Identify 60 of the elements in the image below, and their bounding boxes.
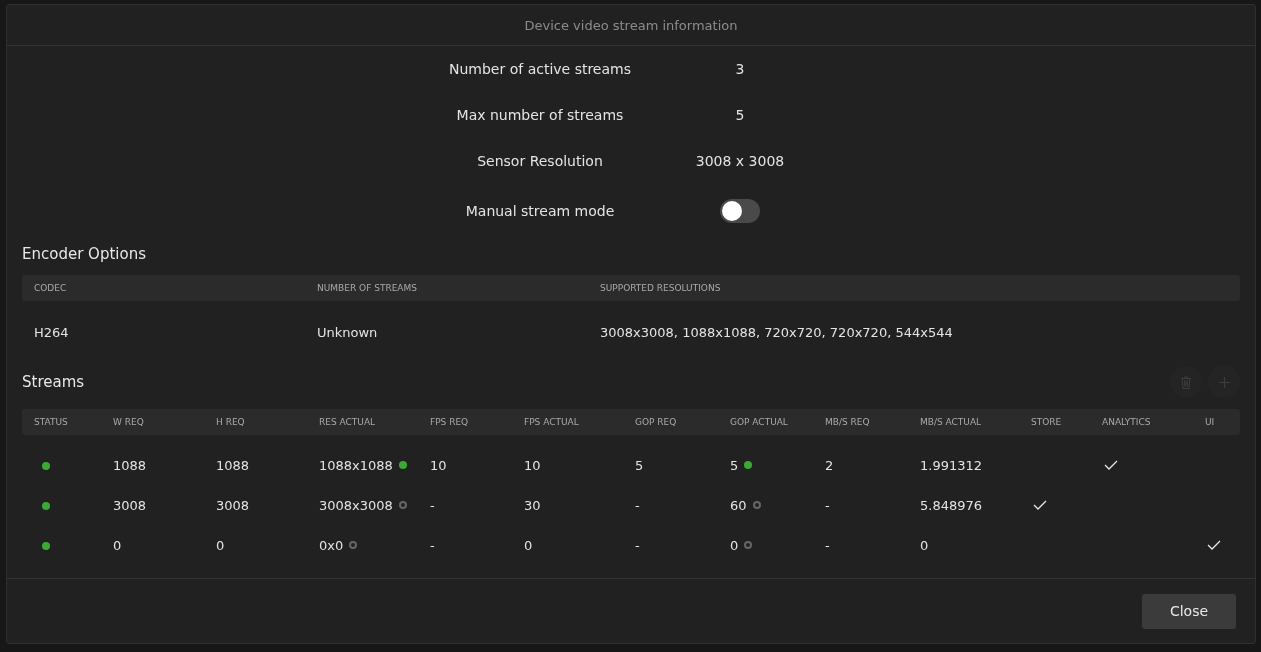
table-cell-text: 0 — [216, 537, 226, 553]
table-cell-text: 30 — [524, 497, 542, 513]
column-header: GOP ACTUAL — [730, 417, 789, 427]
info-value: 3 — [734, 61, 746, 77]
column-header: FPS ACTUAL — [524, 417, 580, 427]
table-cell-text: Unknown — [317, 324, 379, 340]
info-value: 5 — [734, 107, 746, 123]
table-cell-text: 10 — [524, 457, 542, 473]
table-cell: 1088x1088 — [319, 457, 393, 473]
column-header: STORE — [1031, 417, 1063, 427]
table-cell-text: - — [825, 497, 831, 513]
table-cell-text: 0 — [524, 537, 534, 553]
column-header: ANALYTICS — [1102, 417, 1152, 427]
table-cell-text: 1088 — [113, 457, 148, 473]
table-cell: 0 — [730, 537, 739, 553]
column-header: SUPPORTED RESOLUTIONS — [600, 283, 722, 293]
column-header: MB/S ACTUAL — [920, 417, 983, 427]
table-cell: 3008x3008 — [319, 497, 393, 513]
table-cell: 0x0 — [319, 537, 344, 553]
table-cell-text: 3008 — [216, 497, 251, 513]
table-cell-text: - — [430, 537, 436, 553]
table-cell-text: H264 — [34, 324, 70, 340]
table-cell-text: - — [635, 537, 641, 553]
table-cell-text: 1.991312 — [920, 457, 984, 473]
close-button[interactable]: Close — [1142, 593, 1236, 629]
info-label: Number of active streams — [448, 61, 632, 77]
table-cell-text: - — [430, 497, 436, 513]
table-cell-text: 3008 — [113, 497, 148, 513]
column-header: CODEC — [34, 283, 68, 293]
table-cell-text: 1088 — [216, 457, 251, 473]
trash-icon — [1180, 375, 1192, 389]
table-cell-text: 10 — [430, 457, 448, 473]
info-value: 3008 x 3008 — [694, 153, 786, 169]
table-cell: 60 — [730, 497, 747, 513]
table-cell-text: 5 — [635, 457, 645, 473]
table-cell-text: - — [635, 497, 641, 513]
table-cell: 5 — [730, 457, 739, 473]
info-label: Max number of streams — [455, 107, 625, 123]
info-label: Sensor Resolution — [476, 153, 604, 169]
plus-icon — [1218, 376, 1230, 388]
column-header: NUMBER OF STREAMS — [317, 283, 418, 293]
column-header: W REQ — [113, 417, 145, 427]
column-header: MB/S REQ — [825, 417, 871, 427]
table-cell-text: 5.848976 — [920, 497, 984, 513]
toggle-switch[interactable] — [720, 199, 760, 223]
column-header: H REQ — [216, 417, 246, 427]
table-cell-text: - — [825, 537, 831, 553]
section-title: Streams — [22, 373, 85, 391]
table-cell-text: 2 — [825, 457, 835, 473]
column-header: STATUS — [34, 417, 69, 427]
table-cell-text: 0 — [113, 537, 123, 553]
table-cell-text: 0 — [920, 537, 930, 553]
dialog-title: Device video stream information — [524, 17, 738, 33]
column-header: RES ACTUAL — [319, 417, 377, 427]
column-header: GOP REQ — [635, 417, 678, 427]
toggle-label: Manual stream mode — [464, 203, 616, 219]
column-header: FPS REQ — [430, 417, 470, 427]
section-title: Encoder Options — [22, 245, 147, 265]
column-header: UI — [1205, 417, 1216, 427]
table-cell-text: 3008x3008, 1088x1088, 720x720, 720x720, 544x544 — [600, 324, 954, 340]
